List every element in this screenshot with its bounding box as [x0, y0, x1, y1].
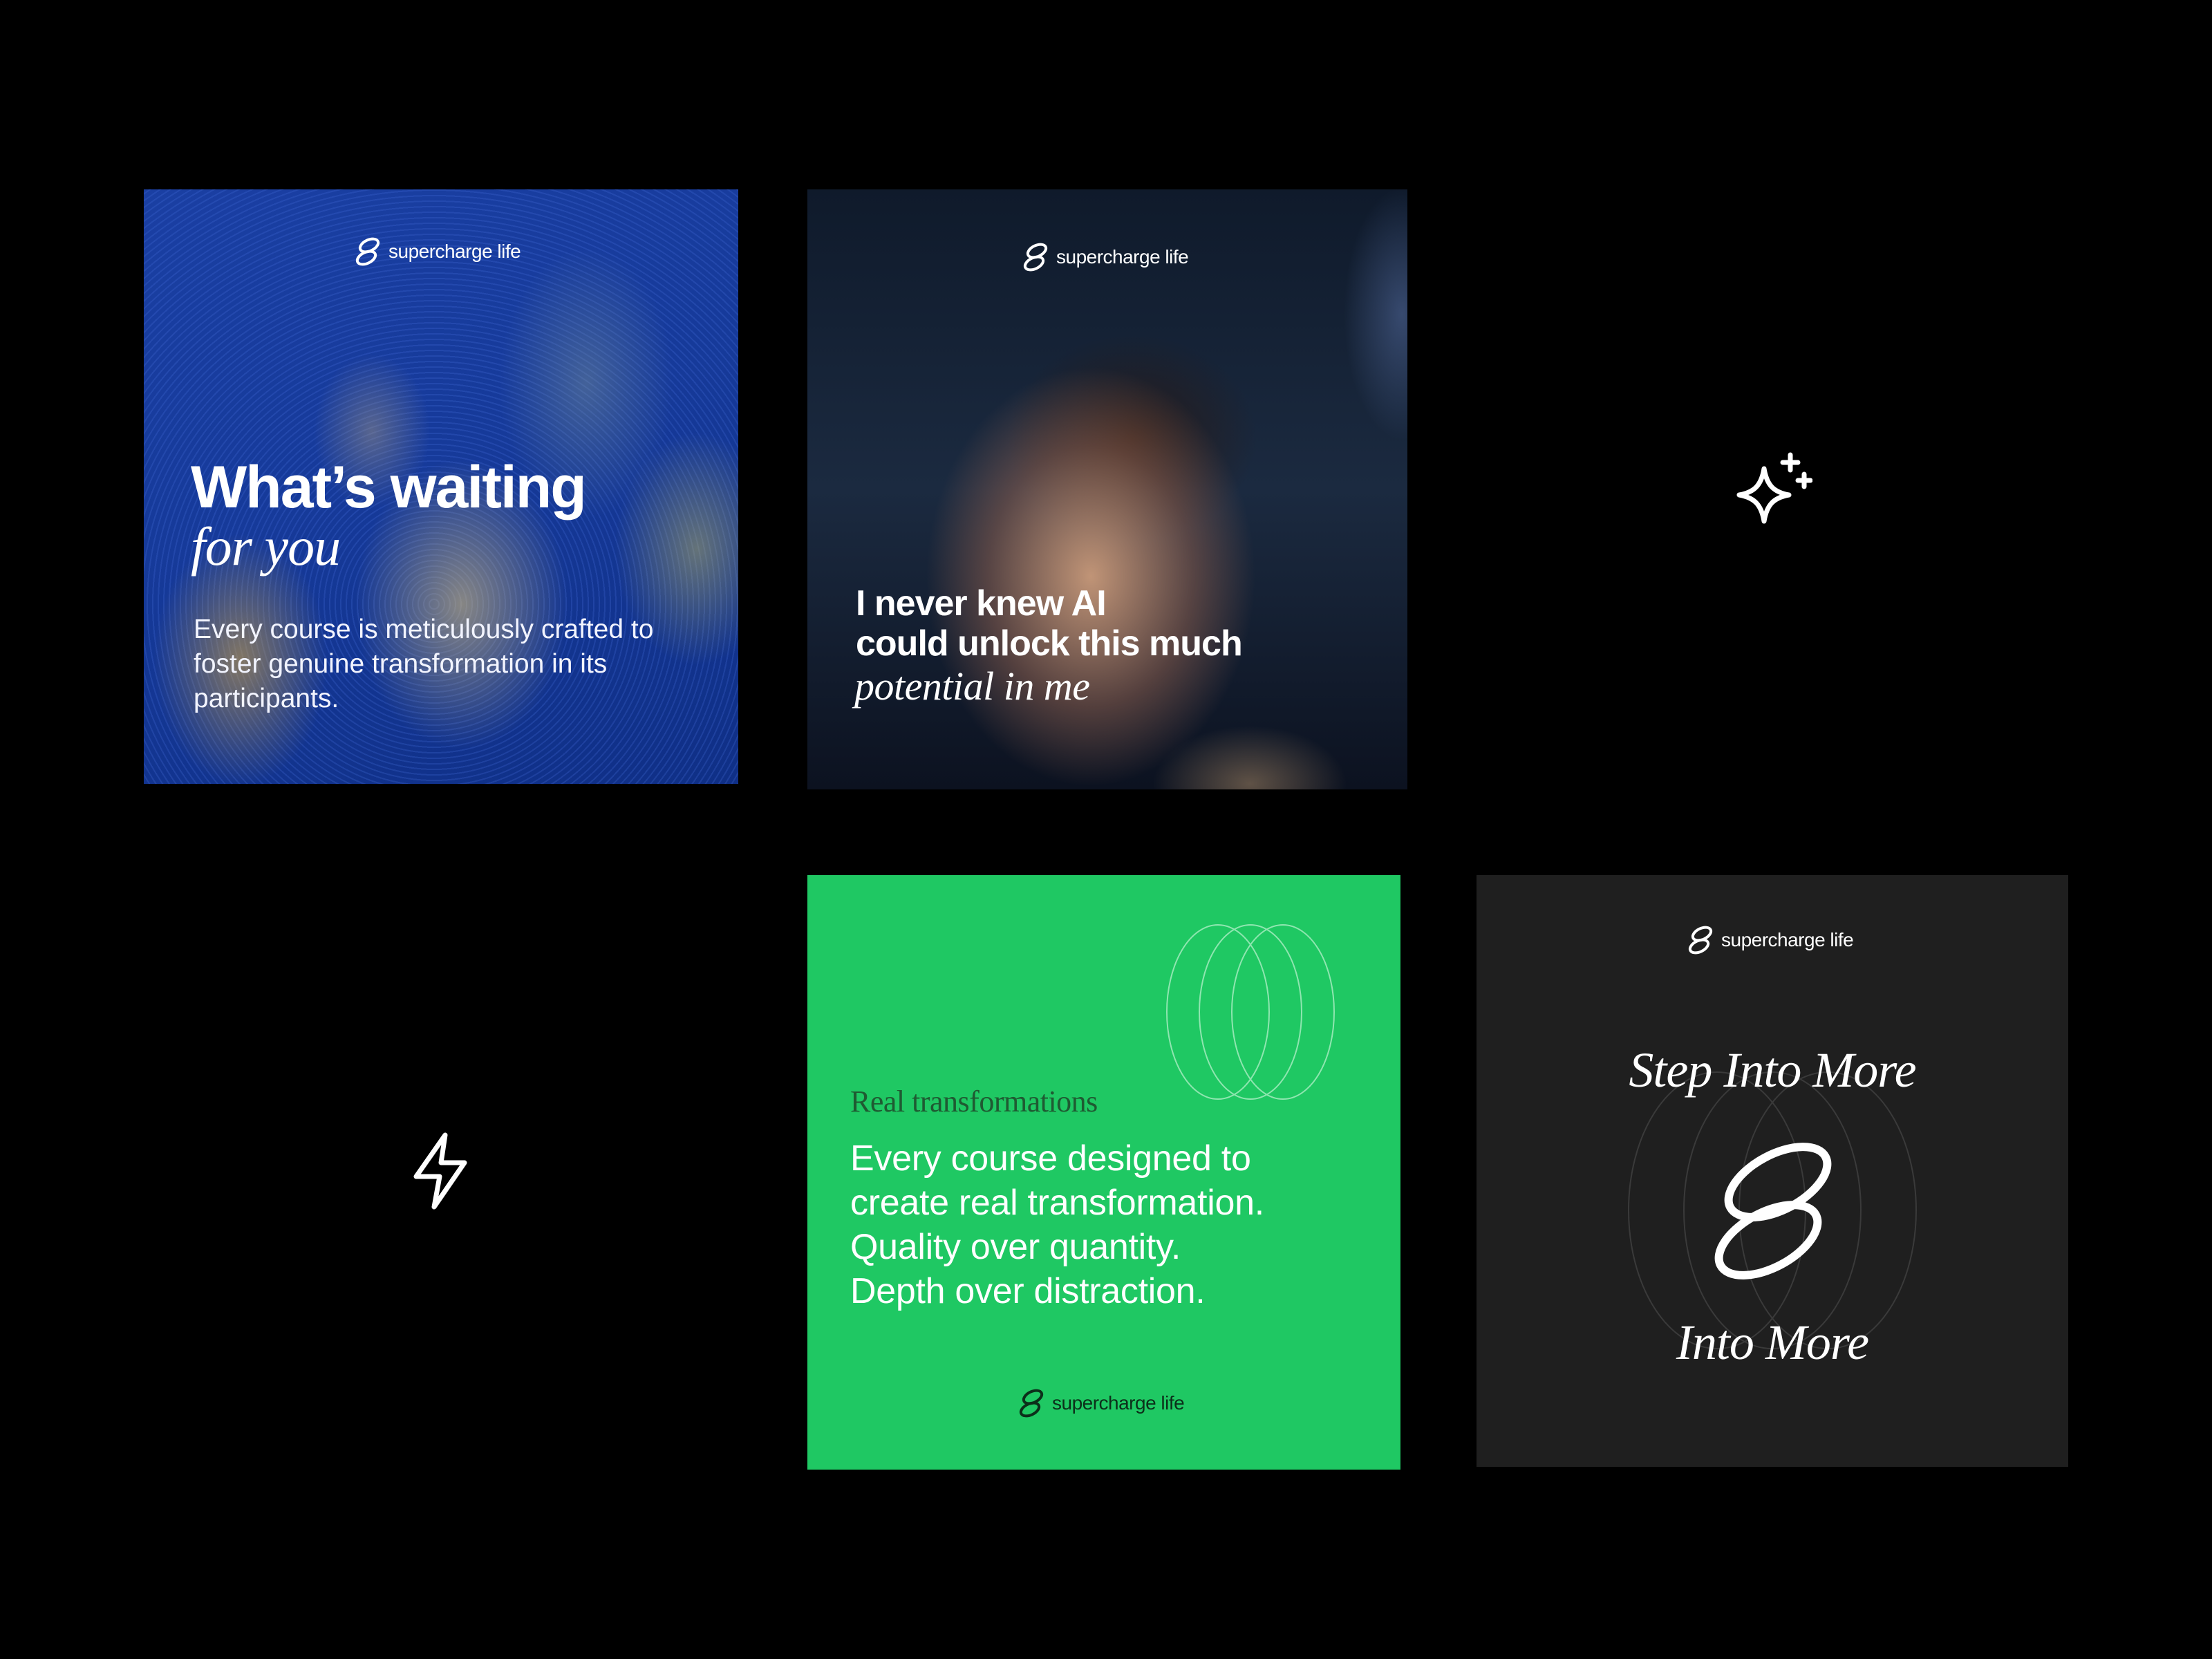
body-line-4: Depth over distraction. — [850, 1271, 1206, 1311]
social-card-testimonial: supercharge life I never knew AI could u… — [807, 189, 1407, 789]
card-label: Real transformations — [850, 1085, 1098, 1118]
card-headline-italic: for you — [191, 516, 341, 577]
overlapping-rings-graphic — [1166, 924, 1335, 1100]
body-line-3: Quality over quantity. — [850, 1227, 1181, 1267]
social-card-whats-waiting: supercharge life What’s waiting for you … — [144, 189, 738, 784]
testimonial-quote-italic: potential in me — [854, 664, 1090, 709]
brand-logo: supercharge life — [1018, 1387, 1185, 1420]
card-headline: What’s waiting — [191, 454, 587, 521]
social-card-real-transformations: Real transformations Every course design… — [807, 875, 1400, 1470]
lightning-bolt-icon — [413, 1132, 467, 1210]
body-line-2: create real transformation. — [850, 1183, 1264, 1223]
body-line-1: Every course designed to — [850, 1138, 1251, 1179]
supercharge-s-logo-icon — [1019, 1389, 1044, 1418]
brand-wordmark: supercharge life — [388, 241, 521, 262]
brand-logo: supercharge life — [354, 235, 521, 268]
brand-wordmark: supercharge life — [1056, 246, 1189, 268]
card-body-text: Every course is meticulously crafted to … — [194, 615, 654, 713]
quote-line-1: I never knew AI — [856, 583, 1107, 624]
brand-logo: supercharge life — [1022, 241, 1189, 274]
card-body-text: Every course designed to create real tra… — [850, 1136, 1376, 1313]
testimonial-quote: I never knew AI could unlock this much — [856, 583, 1243, 664]
brand-wordmark: supercharge life — [1052, 1392, 1185, 1414]
social-card-step-into-more: supercharge life Step Into More Into Mor… — [1477, 875, 2068, 1467]
card-title-top: Step Into More — [1629, 1042, 1916, 1098]
sparkle-icon — [1736, 452, 1812, 524]
supercharge-s-logo-icon — [1714, 1143, 1832, 1280]
brand-wordmark: supercharge life — [1721, 929, 1854, 950]
brand-logo: supercharge life — [1687, 924, 1854, 957]
supercharge-s-logo-icon — [1023, 243, 1048, 272]
supercharge-s-logo-icon — [355, 237, 380, 266]
quote-line-2: could unlock this much — [856, 624, 1243, 664]
card-title-bottom: Into More — [1676, 1315, 1869, 1370]
supercharge-s-logo-icon — [1688, 926, 1713, 955]
